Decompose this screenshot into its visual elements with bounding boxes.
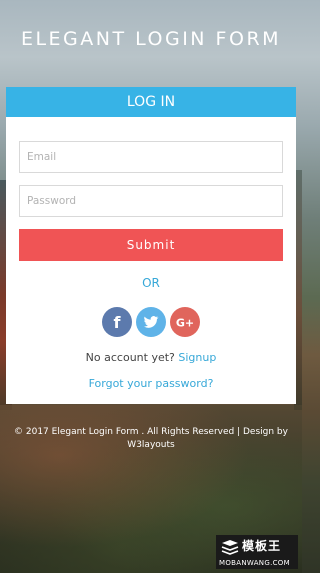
footer-designer-link[interactable]: W3layouts xyxy=(127,440,174,450)
google-plus-icon[interactable]: G+ xyxy=(170,307,200,337)
social-login-group: f G+ xyxy=(6,307,296,337)
email-input[interactable] xyxy=(19,141,283,173)
no-account-row: No account yet? Signup xyxy=(6,351,296,364)
watermark-site: MOBANWANG.COM xyxy=(219,559,290,567)
login-card: LOG IN Submit OR f G+ No account yet? Si… xyxy=(6,87,296,404)
submit-button[interactable]: Submit xyxy=(19,229,283,261)
login-header: LOG IN xyxy=(6,87,296,117)
twitter-icon[interactable] xyxy=(136,307,166,337)
password-input[interactable] xyxy=(19,185,283,217)
stack-icon xyxy=(221,540,239,555)
facebook-icon[interactable]: f xyxy=(102,307,132,337)
twitter-bird-shape xyxy=(144,316,159,328)
signup-link[interactable]: Signup xyxy=(178,351,216,364)
footer-text: © 2017 Elegant Login Form . All Rights R… xyxy=(14,427,288,437)
page-title: ELEGANT LOGIN FORM xyxy=(20,28,282,50)
watermark-brand: 模板王 xyxy=(242,539,282,553)
or-divider: OR xyxy=(142,276,160,290)
facebook-glyph: f xyxy=(114,313,122,332)
footer: © 2017 Elegant Login Form . All Rights R… xyxy=(6,426,296,452)
google-plus-glyph: G+ xyxy=(176,317,194,330)
forgot-row: Forgot your password? xyxy=(6,377,296,390)
no-account-text: No account yet? xyxy=(85,351,175,364)
watermark-logo: 模板王 MOBANWANG.COM xyxy=(216,535,298,569)
forgot-password-link[interactable]: Forgot your password? xyxy=(89,377,214,390)
